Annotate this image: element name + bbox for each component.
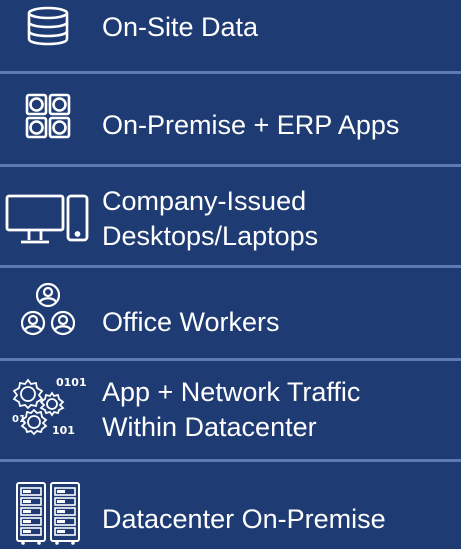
server-rack-icon <box>2 480 94 546</box>
item-label-datacenter-on-premise: Datacenter On-Premise <box>102 504 386 534</box>
divider <box>0 164 461 167</box>
people-icon <box>2 280 94 340</box>
item-label-company-issued: Company-Issued Desktops/Laptops <box>102 186 319 251</box>
divider <box>0 71 461 74</box>
legacy-it-list: On-Site Data On-Premise + ERP Apps Compa… <box>0 0 461 549</box>
item-label-on-site-data: On-Site Data <box>102 12 259 42</box>
svg-text:0101: 0101 <box>56 376 86 389</box>
item-label-office-workers: Office Workers <box>102 307 280 337</box>
svg-text:101: 101 <box>52 424 75 437</box>
apps-grid-icon <box>2 92 94 140</box>
item-label-app-network-traffic: App + Network Traffic Within Datacenter <box>102 377 361 442</box>
divider <box>0 358 461 361</box>
item-label-on-premise-erp-apps: On-Premise + ERP Apps <box>102 110 400 140</box>
database-icon <box>2 4 94 48</box>
divider <box>0 265 461 268</box>
desktop-phone-icon <box>0 188 96 248</box>
divider <box>0 459 461 462</box>
gears-binary-icon: 0101 01 101 <box>2 372 94 442</box>
svg-text:01: 01 <box>12 414 26 425</box>
